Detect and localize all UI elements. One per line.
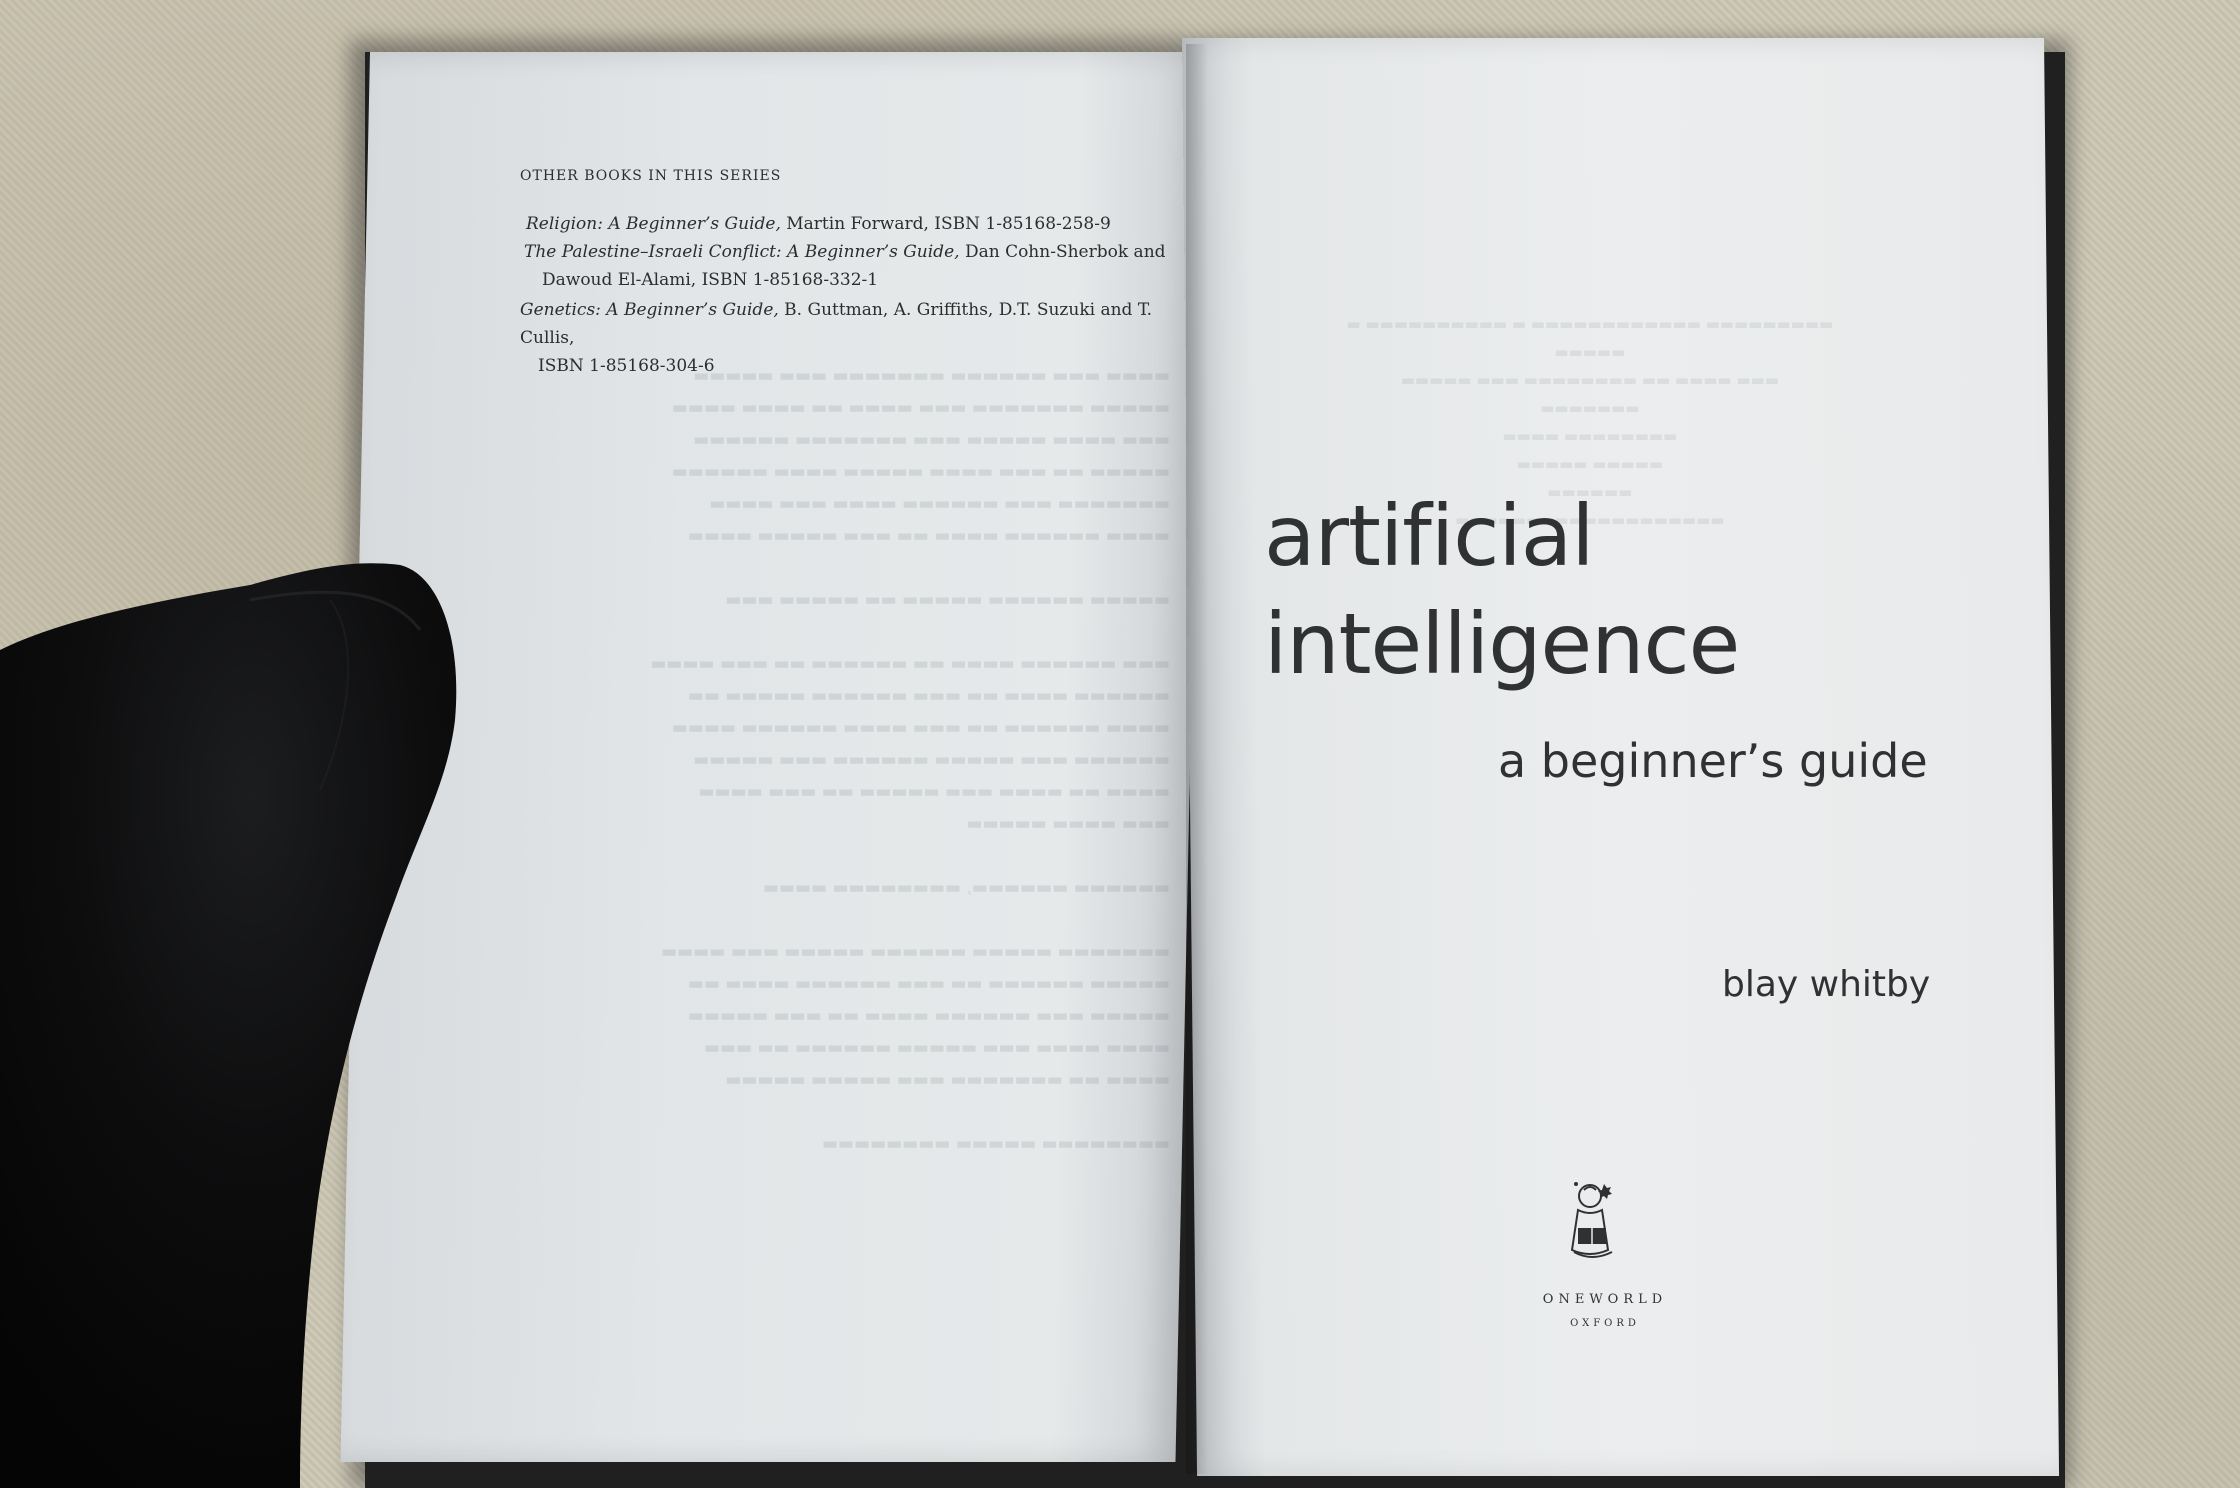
black-sock <box>0 563 457 1488</box>
photo-scene: ▬▬▬▬ ▬▬▬ ▬▬▬▬▬▬ ▬▬▬▬▬▬▬ ▬▬▬ ▬▬▬▬▬ ▬▬▬▬▬ … <box>0 0 2240 1488</box>
